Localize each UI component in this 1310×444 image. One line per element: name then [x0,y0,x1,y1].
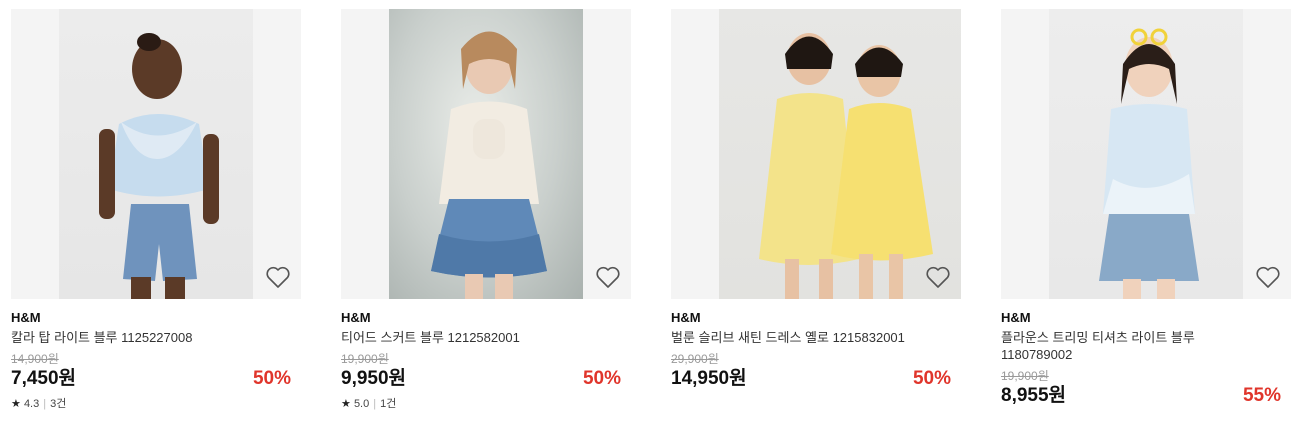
discount-rate: 55% [1242,385,1281,406]
product-image[interactable] [1001,9,1291,299]
product-brand[interactable]: H&M [671,310,961,326]
rating-score: 5.0 [353,398,370,410]
price-row: 8,955원 55% [1001,384,1291,408]
sale-price: 8,955원 [1001,385,1067,406]
original-price: 19,900원 [1001,369,1049,383]
product-photo [1049,9,1243,299]
rating-info: ★ 5.0 | 1건 [341,397,631,411]
heart-outline-icon[interactable] [1255,265,1281,289]
rating-divider: | [373,398,377,410]
product-photo [719,9,961,299]
product-brand[interactable]: H&M [1001,310,1291,326]
heart-outline-icon[interactable] [265,265,291,289]
discount-rate: 50% [252,368,291,389]
product-brand[interactable]: H&M [341,310,631,326]
discount-rate: 50% [912,368,951,389]
rating-score: 4.3 [23,398,40,410]
product-name[interactable]: 칼라 탑 라이트 블루 1125227008 [11,329,261,346]
product-photo [389,9,583,299]
product-card[interactable]: H&M 플라운스 트리밍 티셔츠 라이트 블루 1180789002 19,90… [1001,9,1291,408]
heart-outline-icon[interactable] [925,265,951,289]
rating-info: ★ 4.3 | 3건 [11,397,301,411]
original-price: 29,900원 [671,352,719,366]
review-count: 3건 [50,398,67,410]
sale-price: 14,950원 [671,368,747,389]
sale-price: 9,950원 [341,368,407,389]
price-row: 14,950원 50% [671,367,961,391]
product-photo [59,9,253,299]
heart-outline-icon[interactable] [595,265,621,289]
price-row: 9,950원 50% [341,367,631,391]
product-name[interactable]: 벌룬 슬리브 새틴 드레스 옐로 1215832001 [671,329,921,346]
product-brand[interactable]: H&M [11,310,301,326]
product-card[interactable]: H&M 벌룬 슬리브 새틴 드레스 옐로 1215832001 29,900원 … [671,9,961,391]
rating-divider: | [43,398,47,410]
product-grid: H&M 칼라 탑 라이트 블루 1125227008 14,900원 7,450… [0,0,1310,444]
original-price: 19,900원 [341,352,389,366]
sale-price: 7,450원 [11,368,77,389]
product-image[interactable] [671,9,961,299]
star-icon: ★ [341,398,351,410]
product-card[interactable]: H&M 티어드 스커트 블루 1212582001 19,900원 9,950원… [341,9,631,411]
original-price: 14,900원 [11,352,59,366]
discount-rate: 50% [582,368,621,389]
product-name[interactable]: 티어드 스커트 블루 1212582001 [341,329,591,346]
review-count: 1건 [380,398,397,410]
price-row: 7,450원 50% [11,367,301,391]
star-icon: ★ [11,398,21,410]
product-name[interactable]: 플라운스 트리밍 티셔츠 라이트 블루 1180789002 [1001,329,1251,363]
product-image[interactable] [11,9,301,299]
product-card[interactable]: H&M 칼라 탑 라이트 블루 1125227008 14,900원 7,450… [11,9,301,411]
product-image[interactable] [341,9,631,299]
